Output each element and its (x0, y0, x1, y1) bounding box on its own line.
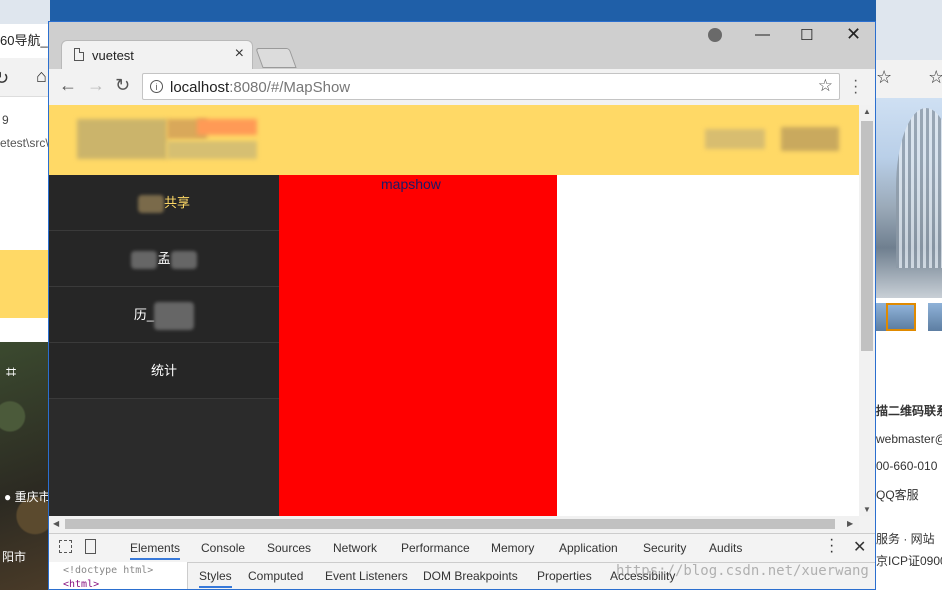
maximize-button[interactable]: ☐ (800, 26, 813, 44)
scrollbar-thumb[interactable] (65, 519, 835, 529)
subtab-computed[interactable]: Computed (248, 569, 303, 583)
subtab-event-listeners[interactable]: Event Listeners (325, 569, 408, 583)
browser-window: vuetest × — ☐ ✕ ← → ↻ i localhost:8080/#… (48, 21, 876, 590)
horizontal-scrollbar[interactable]: ◀ ▶ (49, 516, 859, 532)
blurred-user (781, 127, 839, 151)
background-row-number: 9 (2, 113, 9, 127)
devtools-panel: Elements Console Sources Network Perform… (49, 532, 875, 589)
app-header (49, 105, 859, 175)
device-toolbar-icon[interactable] (85, 539, 96, 554)
info-icon[interactable]: i (150, 80, 163, 93)
profile-icon[interactable] (708, 28, 722, 42)
background-text: 描二维码联系 (876, 404, 942, 418)
background-building-photo (876, 98, 942, 298)
tab-sources[interactable]: Sources (267, 541, 311, 555)
blurred-logo (167, 141, 257, 159)
title-bar: vuetest × — ☐ ✕ (49, 22, 875, 70)
background-tab-title: 60导航_新 (0, 33, 50, 48)
background-thumbnails (876, 303, 942, 333)
code-line[interactable]: <!doctype html> (63, 565, 153, 576)
devtools-tab-bar: Elements Console Sources Network Perform… (49, 532, 875, 563)
minimize-button[interactable]: — (755, 26, 770, 43)
new-tab-button[interactable] (255, 48, 297, 68)
back-button[interactable]: ← (59, 75, 77, 96)
blur-mask (154, 301, 195, 330)
sidebar: 共享 孟 历_ 统计 (49, 175, 279, 516)
tab-memory[interactable]: Memory (491, 541, 534, 555)
sidebar-item-share[interactable]: 共享 (49, 175, 279, 231)
sidebar-item-statistics[interactable]: 统计 (49, 343, 279, 399)
background-yellow-bar (0, 250, 50, 318)
map-panel (279, 175, 557, 516)
star-icon: ☆☆ (876, 67, 942, 87)
blur-mask (170, 250, 197, 269)
tab-title: vuetest (92, 48, 134, 63)
page-viewport: 共享 孟 历_ 统计 mapshow (49, 105, 859, 516)
blurred-logo (77, 119, 167, 159)
close-tab-icon[interactable]: × (235, 45, 244, 63)
tab-performance[interactable]: Performance (401, 541, 470, 555)
scroll-up-icon[interactable]: ▲ (863, 107, 871, 116)
bookmark-star-icon[interactable]: ☆ (818, 76, 833, 96)
vertical-scrollbar[interactable]: ▲ ▼ (859, 105, 875, 516)
home-icon: ⌂ (36, 66, 47, 86)
blur-mask (137, 194, 164, 213)
background-text: 00-660-010 (876, 459, 938, 473)
scroll-right-icon[interactable]: ▶ (847, 519, 853, 528)
thumbnail (886, 303, 916, 331)
crop-icon: ⌗ (6, 362, 17, 382)
menu-kebab-icon[interactable]: · · · (853, 73, 858, 101)
browser-tab[interactable]: vuetest × (61, 40, 253, 70)
sidebar-item-label: 孟 (157, 251, 171, 266)
sidebar-item-label: 历_ (133, 307, 155, 322)
subtab-properties[interactable]: Properties (537, 569, 592, 583)
tab-network[interactable]: Network (333, 541, 377, 555)
devtools-menu-icon[interactable]: · · · (829, 532, 834, 560)
blur-mask (131, 250, 158, 269)
background-window-left: 60导航_新 ↻ ⌂ 9 etest\src\ ⌗ ● 重庆市 阳市 (0, 0, 50, 590)
sidebar-item-2[interactable]: 孟 (49, 231, 279, 287)
sidebar-item-label: 统计 (150, 363, 177, 378)
scroll-left-icon[interactable]: ◀ (53, 519, 59, 528)
tab-audits[interactable]: Audits (709, 541, 742, 555)
background-window-right: ☆☆ 描二维码联系 webmaster@ 00-660-010 QQ客服 服务 … (876, 0, 942, 590)
map-label-city: 阳市 (2, 550, 27, 564)
scroll-down-icon[interactable]: ▼ (863, 505, 871, 514)
background-text: 京ICP证0900 (876, 554, 942, 568)
blurred-logo (197, 119, 257, 135)
inspect-element-icon[interactable] (59, 540, 72, 553)
thumbnail (928, 303, 942, 331)
background-titlebar (0, 0, 50, 24)
background-text: 服务 · 网站 (876, 532, 935, 546)
close-window-button[interactable]: ✕ (846, 24, 861, 45)
background-path: etest\src\ (0, 136, 49, 150)
map-label-chongqing: ● 重庆市 (4, 490, 50, 504)
document-icon (74, 48, 84, 61)
background-text: webmaster@ (876, 432, 942, 446)
tab-application[interactable]: Application (559, 541, 618, 555)
reload-button[interactable]: ↻ (115, 75, 130, 96)
background-text: QQ客服 (876, 488, 919, 502)
scrollbar-thumb[interactable] (861, 121, 873, 351)
tab-console[interactable]: Console (201, 541, 245, 555)
subtab-dom-breakpoints[interactable]: DOM Breakpoints (423, 569, 518, 583)
forward-button[interactable]: → (87, 75, 105, 96)
code-line[interactable]: <html> (63, 579, 99, 589)
tab-elements[interactable]: Elements (130, 541, 181, 560)
tab-security[interactable]: Security (643, 541, 686, 555)
background-titlebar-right (876, 0, 942, 60)
blurred-user (705, 129, 765, 149)
sidebar-item-history[interactable]: 历_ (49, 287, 279, 343)
subtab-styles[interactable]: Styles (199, 569, 232, 588)
elements-tree: <!doctype html> <html> (49, 562, 188, 589)
devtools-close-icon[interactable]: ✕ (853, 537, 866, 557)
map-panel-title: mapshow (381, 176, 441, 192)
watermark: https://blog.csdn.net/xuerwang (616, 563, 869, 579)
sidebar-item-label: 共享 (163, 195, 190, 210)
browser-toolbar: ← → ↻ i localhost:8080/#/MapShow ☆ · · · (49, 69, 875, 106)
url-text[interactable]: localhost:8080/#/MapShow (170, 79, 350, 96)
address-bar[interactable]: i localhost:8080/#/MapShow ☆ (142, 73, 840, 100)
reload-icon: ↻ (0, 68, 10, 88)
